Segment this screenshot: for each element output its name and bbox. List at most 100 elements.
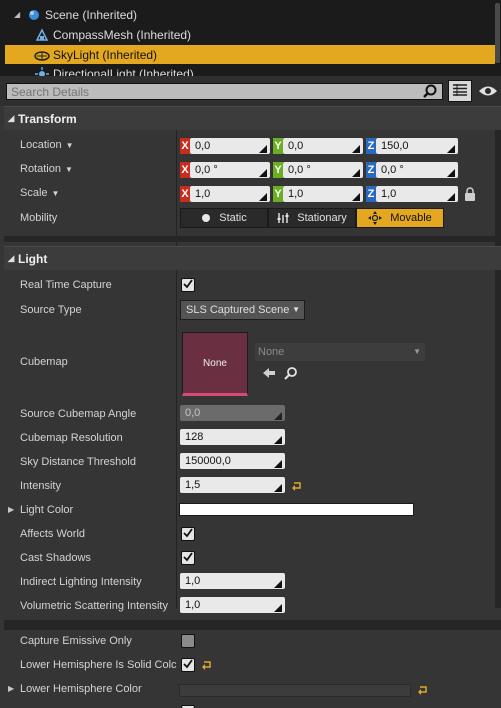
view-options-button[interactable]	[476, 82, 500, 102]
light-section-header[interactable]: ◢ Light	[4, 246, 501, 270]
use-selected-asset-icon[interactable]	[262, 366, 276, 380]
drag-handle-icon	[447, 166, 455, 177]
expand-arrow-icon[interactable]: ▶	[8, 684, 14, 693]
cast-shadows-checkbox[interactable]	[181, 551, 195, 565]
static-icon	[201, 213, 211, 223]
drag-handle-icon	[352, 142, 360, 153]
cubemap-resolution-field[interactable]: 128	[180, 429, 285, 445]
drag-handle-icon	[274, 577, 282, 588]
source-type-dropdown[interactable]: SLS Captured Scene ▼	[180, 300, 305, 320]
cubemap-asset-picker[interactable]: None ▼	[255, 343, 425, 361]
reset-to-default-icon[interactable]	[291, 480, 303, 492]
scale-x-field[interactable]: 1,0	[190, 186, 270, 202]
scale-z-axis: Z	[366, 186, 376, 202]
volumetric-scattering-intensity-field[interactable]: 1,0	[180, 597, 285, 613]
affects-world-checkbox[interactable]	[181, 527, 195, 541]
checkmark-icon	[183, 527, 193, 541]
chevron-down-icon: ▼	[413, 347, 421, 356]
capture-emissive-only-checkbox[interactable]	[181, 634, 195, 648]
tree-item-directionallight[interactable]: DirectionalLight (Inherited)	[34, 64, 501, 76]
details-panel: ◢ Transform Location ▼ X 0,0 Y 0,0 Z 150,…	[0, 106, 501, 708]
location-x-field[interactable]: 0,0	[190, 138, 270, 154]
source-cubemap-angle-label: Source Cubemap Angle	[20, 408, 137, 420]
drag-handle-icon	[274, 433, 282, 444]
location-label[interactable]: Location ▼	[20, 139, 74, 151]
advanced-separator	[4, 620, 501, 630]
cubemap-thumbnail[interactable]: None	[182, 332, 248, 396]
scene-icon	[26, 8, 42, 22]
indirect-lighting-intensity-field[interactable]: 1,0	[180, 573, 285, 589]
tree-item-scene[interactable]: ◢ Scene (Inherited)	[14, 5, 501, 24]
collapse-arrow-icon: ◢	[7, 113, 15, 123]
lower-hemisphere-color-swatch[interactable]	[179, 684, 411, 697]
real-time-capture-label: Real Time Capture	[20, 279, 112, 291]
drag-handle-icon	[352, 166, 360, 177]
drag-handle-icon	[274, 601, 282, 612]
tree-item-label: DirectionalLight (Inherited)	[53, 66, 194, 77]
lower-hemisphere-solid-color-label: Lower Hemisphere Is Solid Colc	[20, 659, 177, 671]
capture-emissive-only-label: Capture Emissive Only	[20, 635, 132, 647]
browse-search-icon[interactable]	[284, 366, 298, 380]
lower-hemisphere-solid-color-checkbox[interactable]	[181, 658, 195, 672]
real-time-capture-checkbox[interactable]	[181, 278, 195, 292]
light-color-swatch[interactable]	[179, 503, 414, 516]
drag-handle-icon	[447, 142, 455, 153]
directional-light-icon	[34, 66, 50, 76]
skylight-icon	[34, 48, 50, 62]
intensity-field[interactable]: 1,5	[180, 477, 285, 493]
section-title: Transform	[18, 111, 77, 126]
search-icon[interactable]	[422, 84, 438, 99]
location-y-field[interactable]: 0,0	[283, 138, 363, 154]
drag-handle-icon	[274, 481, 282, 492]
tree-item-label: SkyLight (Inherited)	[53, 47, 158, 62]
source-cubemap-angle-field[interactable]: 0,0	[180, 405, 285, 421]
property-matrix-button[interactable]	[448, 80, 472, 102]
section-title: Light	[18, 251, 48, 266]
mobility-stationary-button[interactable]: Stationary	[268, 208, 356, 228]
cubemap-resolution-label: Cubemap Resolution	[20, 432, 123, 444]
collapse-arrow-icon: ◢	[7, 253, 15, 263]
transform-section-header[interactable]: ◢ Transform	[4, 106, 501, 130]
details-toolbar	[0, 76, 501, 106]
chevron-down-icon: ▼	[65, 141, 74, 150]
tree-item-skylight[interactable]: SkyLight (Inherited)	[5, 45, 495, 64]
rotation-z-axis: Z	[366, 162, 376, 178]
location-y-axis: Y	[273, 138, 283, 154]
scale-y-field[interactable]: 1,0	[283, 186, 363, 202]
sky-distance-threshold-label: Sky Distance Threshold	[20, 456, 136, 468]
intensity-label: Intensity	[20, 480, 61, 492]
scale-x-axis: X	[180, 186, 190, 202]
tree-item-compassmesh[interactable]: CompassMesh (Inherited)	[34, 25, 501, 44]
indirect-lighting-intensity-label: Indirect Lighting Intensity	[20, 576, 142, 588]
mobility-movable-button[interactable]: Movable	[356, 208, 444, 228]
location-z-axis: Z	[366, 138, 376, 154]
rotation-label[interactable]: Rotation ▼	[20, 163, 73, 175]
rotation-y-field[interactable]: 0,0 °	[283, 162, 363, 178]
drag-handle-icon	[259, 166, 267, 177]
search-details-input[interactable]	[6, 83, 443, 100]
chevron-down-icon: ▼	[51, 189, 60, 198]
collapse-arrow-icon[interactable]: ◢	[14, 10, 24, 19]
reset-to-default-icon[interactable]	[417, 684, 429, 696]
column-divider[interactable]	[176, 106, 177, 608]
list-view-icon	[453, 83, 467, 99]
rotation-z-field[interactable]: 0,0 °	[376, 162, 458, 178]
lower-hemisphere-color-label: Lower Hemisphere Color	[20, 683, 142, 695]
rotation-x-field[interactable]: 0,0 °	[190, 162, 270, 178]
drag-handle-icon	[274, 409, 282, 420]
scale-z-field[interactable]: 1,0	[376, 186, 458, 202]
expand-arrow-icon[interactable]: ▶	[8, 505, 14, 514]
location-z-field[interactable]: 150,0	[376, 138, 458, 154]
tree-scrollbar[interactable]	[495, 3, 500, 63]
light-color-label: Light Color	[20, 504, 74, 516]
lock-icon[interactable]	[464, 187, 476, 201]
details-scrollbar[interactable]	[495, 106, 501, 608]
scale-label[interactable]: Scale ▼	[20, 187, 59, 199]
move-arrows-icon	[368, 211, 383, 225]
stationary-icon	[277, 212, 289, 224]
mobility-static-button[interactable]: Static	[180, 208, 268, 228]
drag-handle-icon	[259, 190, 267, 201]
reset-to-default-icon[interactable]	[201, 659, 213, 671]
section-separator	[4, 236, 501, 242]
sky-distance-threshold-field[interactable]: 150000,0	[180, 453, 285, 469]
